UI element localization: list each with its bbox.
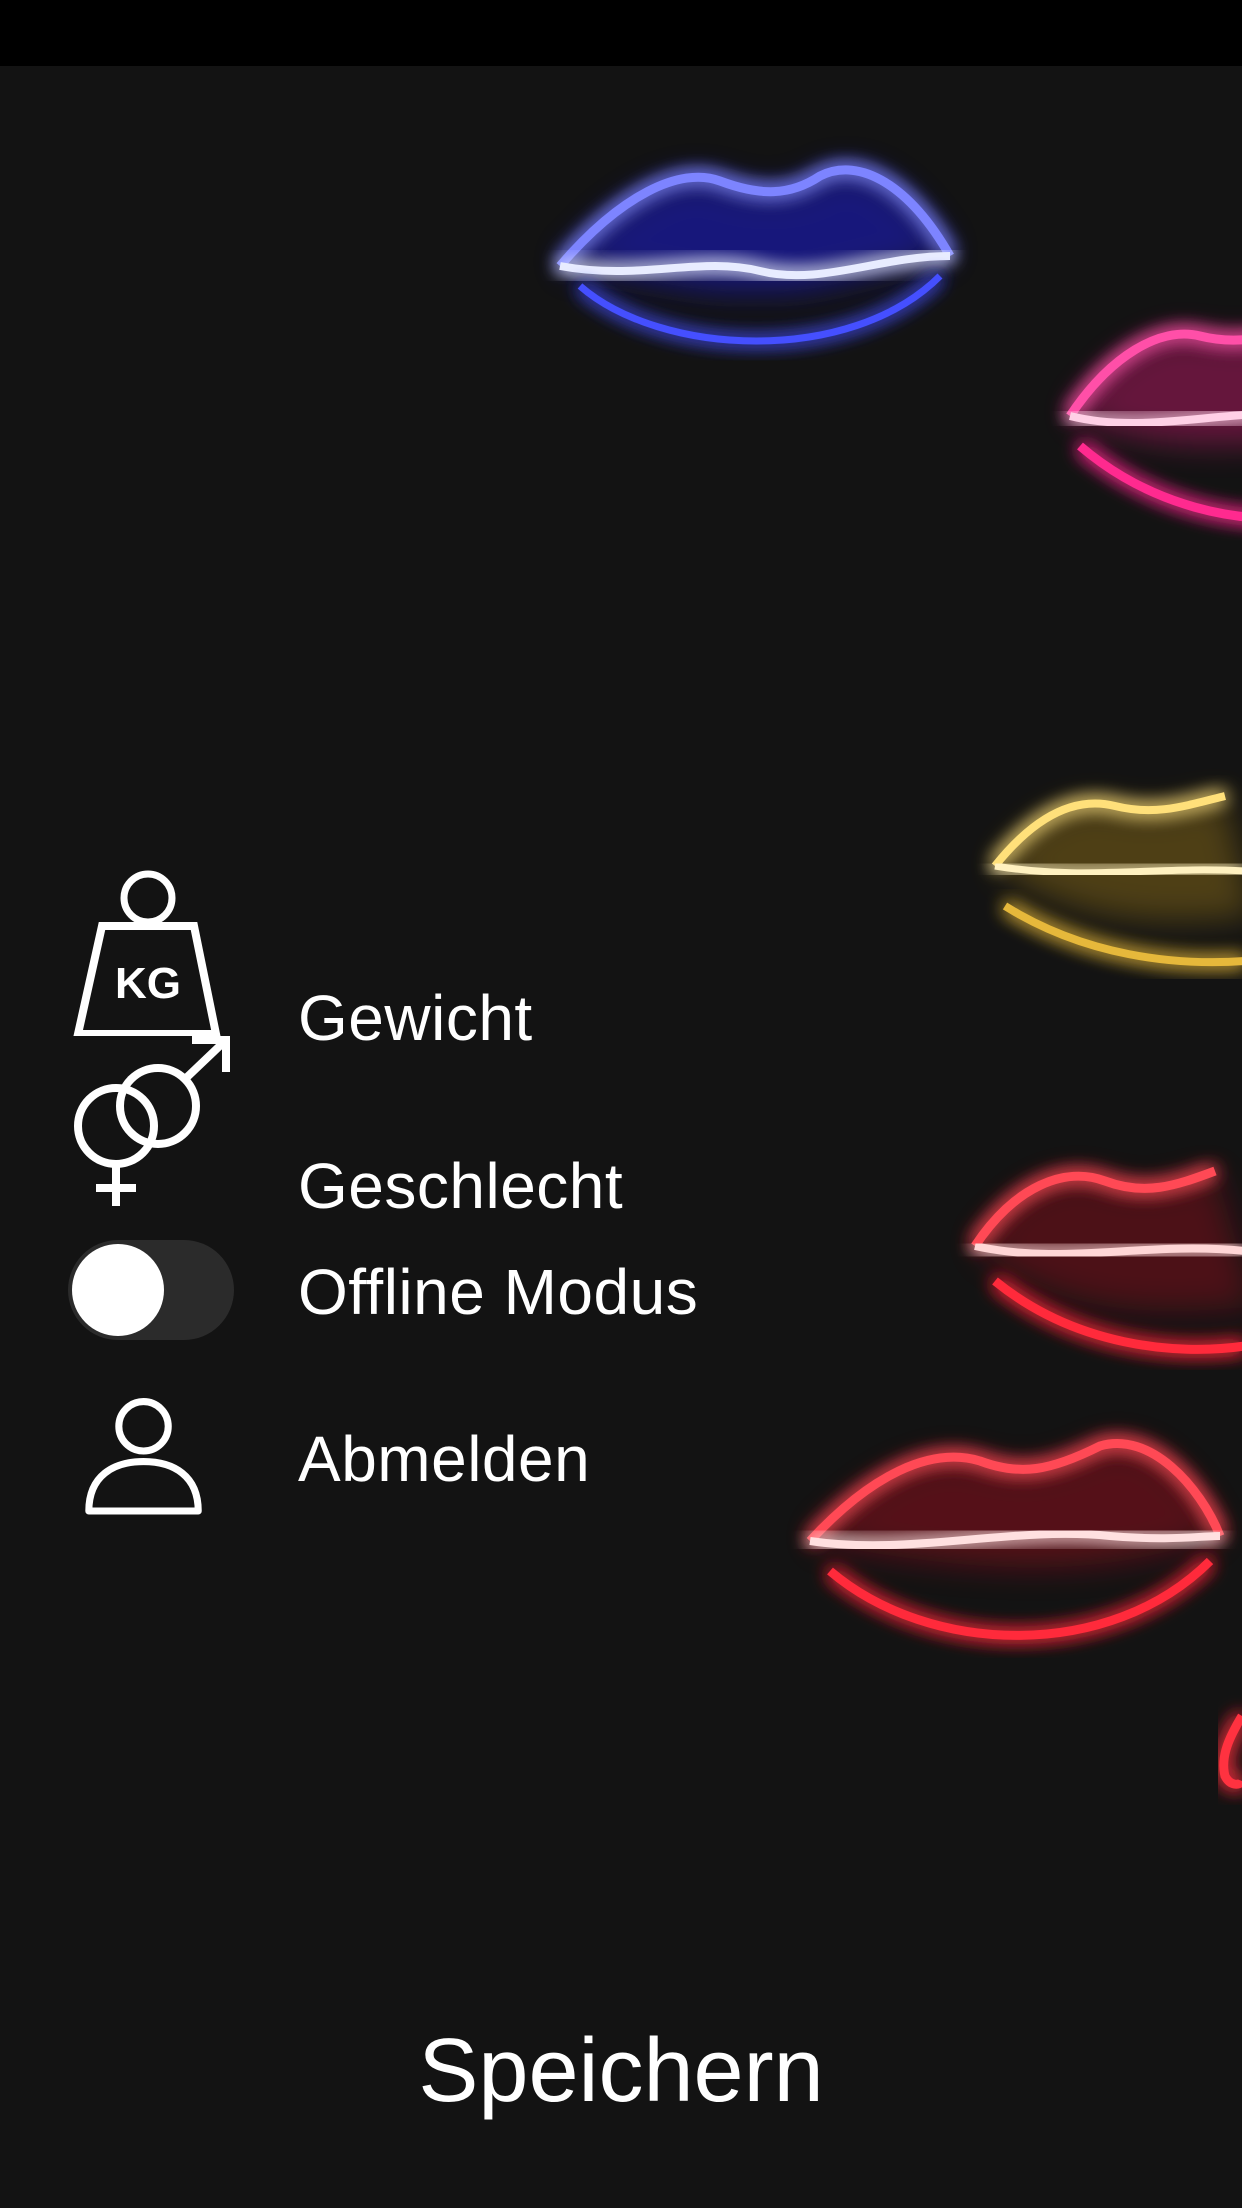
menu-item-weight[interactable]: KG Gewicht [0,866,900,1050]
menu-label-gender: Geschlecht [298,1150,624,1222]
user-icon [85,1398,202,1515]
offline-mode-toggle[interactable] [68,1240,234,1340]
weight-kg-icon: KG [73,870,221,1036]
blue-lips-neon [556,165,954,345]
toggle-knob [72,1244,164,1336]
pink-lips-neon [1066,329,1242,522]
red-lips-neon-3 [1219,1713,1242,1789]
red-lips-neon-1 [971,1166,1242,1354]
save-button[interactable]: Speichern [0,2006,1242,2136]
gender-symbols-icon [74,1036,230,1206]
svg-text:KG: KG [115,959,181,1008]
menu-label-logout: Abmelden [298,1423,591,1495]
menu-label-offline-mode: Offline Modus [298,1256,699,1328]
menu-item-offline-mode[interactable]: Offline Modus [0,1240,900,1390]
settings-screen: KG Gewicht Geschlecht Offline Modus Abme… [0,66,1242,2208]
status-bar [0,0,1242,66]
menu-item-gender[interactable]: Geschlecht [0,1036,900,1218]
menu-item-logout[interactable]: Abmelden [0,1391,900,1541]
yellow-lips-neon [991,792,1242,967]
